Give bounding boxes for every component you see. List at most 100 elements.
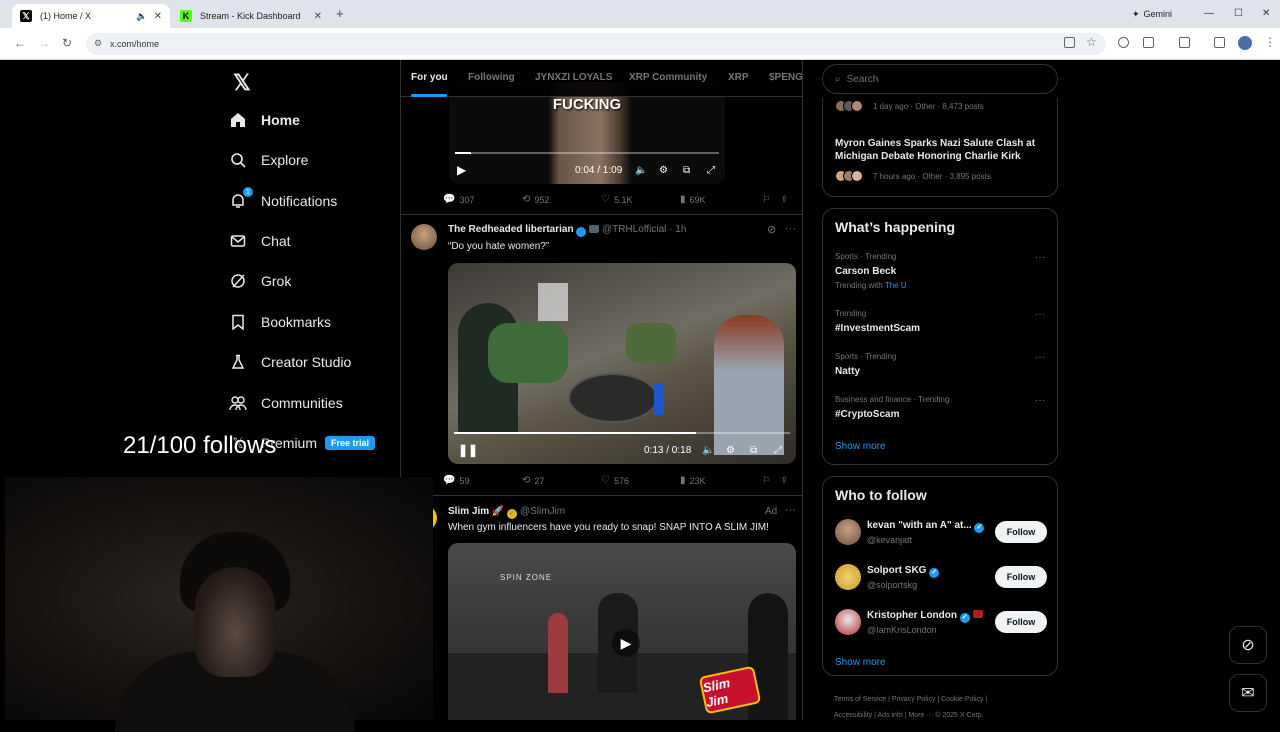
more-icon[interactable]: ··· bbox=[785, 223, 796, 235]
footer-links[interactable]: Terms of Service | Privacy Policy | Cook… bbox=[834, 696, 987, 703]
close-window-icon[interactable]: ✕ bbox=[1262, 8, 1270, 19]
browser-tab-bar: 𝕏 (1) Home / X 🔈 ✕ K Stream - Kick Dashb… bbox=[0, 0, 1280, 28]
play-icon[interactable]: ▶ bbox=[612, 629, 640, 657]
more-icon[interactable]: ··· bbox=[1035, 395, 1045, 406]
nav-explore[interactable]: Explore bbox=[229, 148, 308, 172]
close-tab-icon[interactable]: ✕ bbox=[154, 11, 162, 22]
bookmark-star-icon[interactable]: ☆ bbox=[1086, 35, 1097, 49]
tab-jynxzi-loyals[interactable]: JYNXZI LOYALS bbox=[535, 72, 612, 83]
follow-button[interactable]: Follow bbox=[995, 566, 1047, 588]
reload-icon[interactable]: ↻ bbox=[62, 36, 72, 50]
like-button[interactable]: ♡ 5.1K bbox=[601, 194, 680, 205]
pause-icon[interactable]: ❚❚ bbox=[458, 443, 478, 457]
x-logo-icon[interactable]: 𝕏 bbox=[233, 70, 251, 96]
close-tab-icon[interactable]: ✕ bbox=[314, 11, 322, 22]
install-icon[interactable] bbox=[1064, 37, 1075, 48]
bookmark-icon[interactable]: ⚐ bbox=[762, 194, 770, 205]
nav-chat[interactable]: Chat bbox=[229, 229, 291, 253]
settings-icon[interactable]: ⚙ bbox=[726, 445, 735, 456]
footer-links[interactable]: Accessibility | Ads info | More ··· © 20… bbox=[834, 712, 984, 719]
site-info-icon[interactable]: ⚙ bbox=[94, 38, 102, 49]
more-icon[interactable]: ··· bbox=[1035, 309, 1045, 320]
video-time: 0:04 / 1:09 bbox=[575, 164, 623, 176]
settings-icon[interactable]: ⚙ bbox=[659, 165, 668, 176]
reply-button[interactable]: 💬 59 bbox=[443, 475, 522, 486]
minimize-icon[interactable]: — bbox=[1204, 8, 1214, 19]
media-icon[interactable] bbox=[1214, 37, 1225, 48]
views-button[interactable]: ▮ 69K bbox=[680, 194, 759, 205]
avatar[interactable] bbox=[835, 564, 861, 590]
follow-button[interactable]: Follow bbox=[995, 521, 1047, 543]
volume-icon[interactable]: 🔈 bbox=[635, 165, 647, 176]
bookmark-icon[interactable]: ⚐ bbox=[762, 475, 770, 486]
nav-bookmarks[interactable]: Bookmarks bbox=[229, 310, 331, 334]
video-player[interactable]: FUCKING ▶ 0:04 / 1:09 🔈 ⚙ ⧉ ⤢ bbox=[449, 82, 725, 184]
grok-icon[interactable]: ⊘ bbox=[767, 223, 776, 236]
pip-icon[interactable]: ⧉ bbox=[683, 165, 690, 176]
share-icon[interactable]: ⇪ bbox=[780, 194, 788, 205]
browser-tab-x-home[interactable]: 𝕏 (1) Home / X 🔈 ✕ bbox=[12, 4, 170, 28]
views-button[interactable]: ▮ 23K bbox=[680, 475, 759, 486]
trend-name[interactable]: Natty bbox=[835, 366, 860, 377]
show-more-link[interactable]: Show more bbox=[835, 657, 886, 668]
video-player[interactable]: SPIN ZONE ▶ Slim Jim bbox=[448, 543, 796, 720]
browser-tab-kick[interactable]: K Stream - Kick Dashboard ✕ bbox=[172, 4, 330, 28]
shield-icon[interactable] bbox=[1118, 37, 1129, 48]
sidebar-icon[interactable] bbox=[1179, 37, 1190, 48]
post-actions: 💬 59 ⟲ 27 ♡ 576 ▮ 23K ⚐ ⇪ bbox=[443, 475, 788, 486]
maximize-icon[interactable]: ☐ bbox=[1234, 8, 1243, 19]
pip-icon[interactable]: ⧉ bbox=[750, 445, 757, 456]
more-icon[interactable]: ··· bbox=[1035, 252, 1045, 263]
repost-button[interactable]: ⟲ 27 bbox=[522, 475, 601, 486]
profile-avatar[interactable] bbox=[1238, 36, 1252, 50]
fullscreen-icon[interactable]: ⤢ bbox=[707, 165, 715, 176]
nav-communities[interactable]: Communities bbox=[229, 391, 343, 415]
more-icon[interactable]: ··· bbox=[1035, 352, 1045, 363]
gemini-button[interactable]: ✦ Gemini bbox=[1124, 6, 1180, 22]
volume-icon[interactable]: 🔈 bbox=[702, 445, 714, 456]
follow-button[interactable]: Follow bbox=[995, 611, 1047, 633]
avatar[interactable] bbox=[835, 519, 861, 545]
reply-button[interactable]: 💬 307 bbox=[443, 194, 522, 205]
post-author[interactable]: The Redheaded libertarian ✓ @TRHLofficia… bbox=[448, 224, 686, 237]
nav-creator-studio[interactable]: Creator Studio bbox=[229, 350, 351, 374]
search-input[interactable]: ⌕ Search bbox=[822, 64, 1058, 94]
menu-icon[interactable]: ⋮ bbox=[1264, 35, 1276, 49]
play-icon[interactable]: ▶ bbox=[457, 163, 466, 177]
speaker-icon[interactable]: 🔈 bbox=[136, 11, 147, 22]
nav-notifications[interactable]: 1 Notifications bbox=[229, 187, 337, 213]
tab-peng[interactable]: $PENG bbox=[769, 72, 802, 83]
video-progress[interactable] bbox=[454, 432, 790, 434]
trend-name[interactable]: #CryptoScam bbox=[835, 409, 899, 420]
tab-xrp-community[interactable]: XRP Community bbox=[629, 72, 707, 83]
tweet-text: When gym influencers have you ready to s… bbox=[448, 522, 769, 533]
messages-button[interactable]: ✉ bbox=[1229, 674, 1267, 712]
post-author[interactable]: Slim Jim 🚀 ✓ @SlimJim bbox=[448, 506, 565, 519]
nav-home[interactable]: Home bbox=[229, 108, 300, 132]
show-more-link[interactable]: Show more bbox=[835, 441, 886, 452]
grok-button[interactable]: ⊘ bbox=[1229, 626, 1267, 664]
video-player[interactable]: ❚❚ 0:13 / 0:18 🔈 ⚙ ⧉ ⤢ bbox=[448, 263, 796, 464]
video-progress[interactable] bbox=[455, 152, 719, 154]
repost-button[interactable]: ⟲ 952 bbox=[522, 194, 601, 205]
trend-with-link[interactable]: The U bbox=[885, 281, 907, 290]
back-icon[interactable]: ← bbox=[14, 36, 26, 50]
share-icon[interactable]: ⇪ bbox=[780, 475, 788, 486]
nav-grok[interactable]: Grok bbox=[229, 269, 291, 293]
tab-following[interactable]: Following bbox=[468, 72, 515, 83]
trend-name[interactable]: #InvestmentScam bbox=[835, 323, 920, 334]
more-icon[interactable]: ··· bbox=[785, 504, 796, 516]
extensions-icon[interactable] bbox=[1143, 37, 1154, 48]
like-button[interactable]: ♡ 576 bbox=[601, 475, 680, 486]
forward-icon[interactable]: → bbox=[38, 36, 50, 50]
tab-for-you[interactable]: For you bbox=[411, 72, 448, 83]
tab-xrp[interactable]: XRP bbox=[728, 72, 749, 83]
news-card: 1 day ago · Other · 8,473 posts Myron Ga… bbox=[822, 98, 1058, 197]
fullscreen-icon[interactable]: ⤢ bbox=[774, 445, 782, 456]
avatar[interactable] bbox=[835, 609, 861, 635]
url-field[interactable]: ⚙ x.com/home bbox=[86, 33, 1106, 55]
trend-name[interactable]: Carson Beck bbox=[835, 266, 896, 277]
avatar[interactable] bbox=[411, 224, 437, 250]
news-headline[interactable]: Myron Gaines Sparks Nazi Salute Clash at… bbox=[835, 137, 1047, 163]
new-tab-icon[interactable]: + bbox=[336, 6, 344, 21]
